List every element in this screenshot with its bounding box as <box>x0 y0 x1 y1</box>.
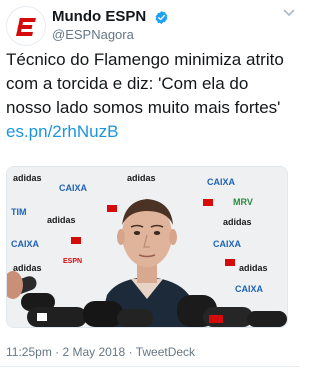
svg-text:adidas: adidas <box>223 217 252 227</box>
svg-text:adidas: adidas <box>127 173 156 183</box>
meta-separator-2: · <box>128 345 133 359</box>
svg-text:ESPN: ESPN <box>63 258 82 265</box>
svg-text:CAIXA: CAIXA <box>207 177 236 187</box>
tweet-meta: 11:25pm · 2 May 2018 · TweetDeck <box>6 344 195 360</box>
tweet-header: Mundo ESPN @ESPNagora <box>6 6 296 46</box>
tweet-text: Técnico do Flamengo minimiza atrito com … <box>6 48 294 144</box>
backdrop-caixa: CAIXA <box>59 183 88 193</box>
tweet-link[interactable]: es.pn/2rhNuzB <box>6 122 118 141</box>
svg-text:adidas: adidas <box>47 215 76 225</box>
verified-badge-icon <box>155 10 167 24</box>
espn-logo-icon <box>7 7 45 45</box>
display-name[interactable]: Mundo ESPN <box>52 8 146 26</box>
avatar[interactable] <box>6 6 46 46</box>
tweet-card: Mundo ESPN @ESPNagora Técnico do Flameng… <box>0 0 300 371</box>
backdrop-tim: TIM <box>11 207 27 217</box>
chevron-down-icon[interactable] <box>282 6 296 20</box>
press-conference-photo: adidas CAIXA adidas CAIXA TIM adidas MRV… <box>7 167 287 327</box>
backdrop-adidas: adidas <box>13 173 42 183</box>
tweet-time[interactable]: 11:25pm <box>6 345 52 359</box>
backdrop-mrv: MRV <box>233 197 253 207</box>
tweet-body: Técnico do Flamengo minimiza atrito com … <box>6 50 284 117</box>
tweet-media[interactable]: adidas CAIXA adidas CAIXA TIM adidas MRV… <box>6 166 288 328</box>
name-block: Mundo ESPN @ESPNagora <box>52 8 169 43</box>
tweet-source[interactable]: TweetDeck <box>136 345 195 359</box>
svg-text:adidas: adidas <box>13 263 42 273</box>
divider <box>0 366 300 367</box>
svg-text:CAIXA: CAIXA <box>213 239 242 249</box>
tweet-date[interactable]: 2 May 2018 <box>63 345 126 359</box>
svg-text:CAIXA: CAIXA <box>235 284 264 294</box>
svg-text:adidas: adidas <box>239 263 268 273</box>
meta-separator: · <box>55 345 60 359</box>
handle[interactable]: @ESPNagora <box>52 26 169 43</box>
svg-text:CAIXA: CAIXA <box>11 239 40 249</box>
